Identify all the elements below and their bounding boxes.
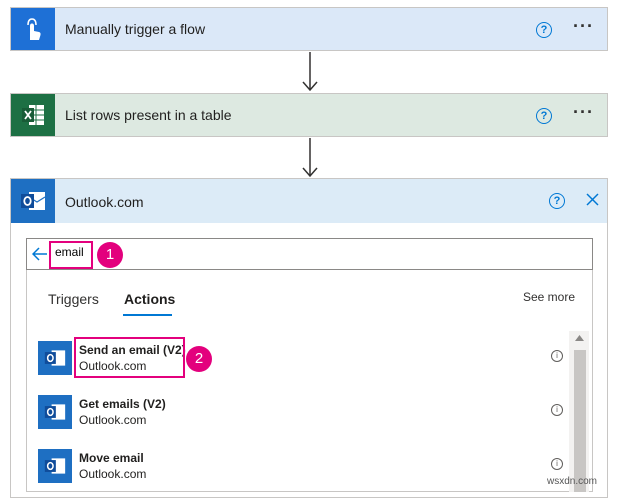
callout-box-send-email — [74, 337, 185, 378]
watermark: wsxdn.com — [547, 476, 598, 487]
excel-icon — [11, 94, 55, 136]
card-header: Outlook.com ? — [11, 179, 607, 223]
tab-triggers[interactable]: Triggers — [48, 291, 99, 307]
step-title: Manually trigger a flow — [65, 21, 206, 37]
info-icon[interactable]: i — [551, 350, 563, 362]
action-name: Get emails (V2) — [79, 397, 166, 411]
touch-icon — [11, 8, 55, 50]
info-icon[interactable]: i — [551, 458, 563, 470]
info-icon[interactable]: i — [551, 404, 563, 416]
trigger-step[interactable]: Manually trigger a flow ? ··· — [10, 7, 608, 51]
outlook-icon — [38, 341, 72, 375]
callout-box-search — [49, 241, 93, 269]
callout-badge-1: 1 — [97, 242, 123, 268]
help-icon[interactable]: ? — [549, 193, 565, 209]
callout-badge-2: 2 — [186, 346, 212, 372]
tab-actions[interactable]: Actions — [124, 291, 175, 307]
action-source: Outlook.com — [79, 413, 147, 427]
outlook-icon — [38, 395, 72, 429]
scrollbar-thumb[interactable] — [574, 350, 586, 492]
step-title: List rows present in a table — [65, 107, 232, 123]
excel-step[interactable]: List rows present in a table ? ··· — [10, 93, 608, 137]
more-options-icon[interactable]: ··· — [573, 16, 594, 37]
flow-arrow-icon — [302, 52, 318, 92]
more-options-icon[interactable]: ··· — [573, 102, 594, 123]
see-more-link[interactable]: See more — [523, 290, 575, 304]
back-arrow-icon[interactable] — [32, 247, 48, 261]
active-tab-underline — [123, 314, 172, 316]
connector-title: Outlook.com — [65, 194, 144, 210]
help-icon[interactable]: ? — [536, 108, 552, 124]
flow-arrow-icon — [302, 138, 318, 178]
outlook-icon — [38, 449, 72, 483]
close-icon[interactable] — [586, 193, 599, 206]
action-source: Outlook.com — [79, 467, 147, 481]
action-name: Move email — [79, 451, 144, 465]
scroll-up-icon[interactable] — [575, 335, 584, 341]
action-row-move-email[interactable]: Move email Outlook.com i — [38, 447, 568, 487]
outlook-icon — [11, 179, 55, 223]
action-row-get-emails[interactable]: Get emails (V2) Outlook.com i — [38, 393, 568, 433]
help-icon[interactable]: ? — [536, 22, 552, 38]
